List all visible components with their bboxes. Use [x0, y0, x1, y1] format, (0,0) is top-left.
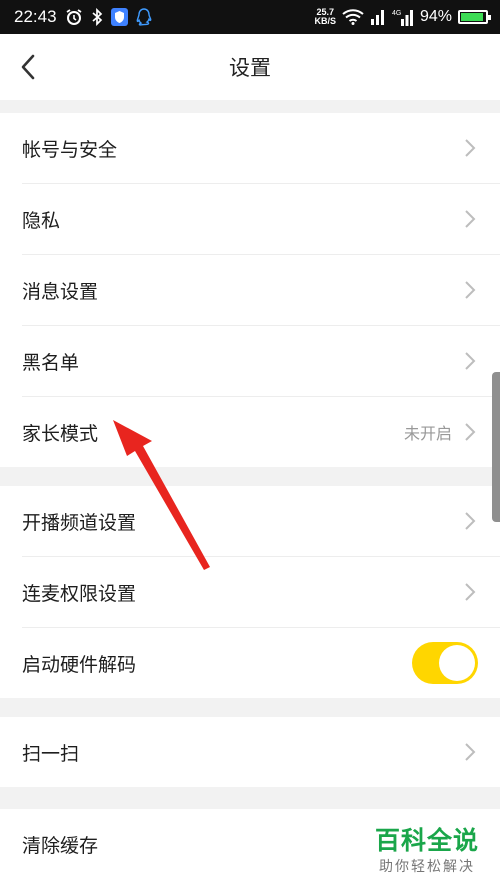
settings-group-account: 帐号与安全 隐私 消息设置 黑名单 家长模式 未开启 [0, 113, 500, 467]
chevron-right-icon [464, 209, 476, 229]
shield-app-icon [110, 8, 128, 26]
battery-icon [458, 10, 491, 24]
row-account-security[interactable]: 帐号与安全 [22, 113, 500, 184]
settings-group-scan: 扫一扫 [0, 717, 500, 787]
back-button[interactable] [8, 47, 48, 87]
row-parental-mode[interactable]: 家长模式 未开启 [22, 397, 500, 467]
watermark: 百科全说 助你轻松解决 [375, 826, 479, 876]
row-label: 黑名单 [22, 351, 80, 374]
network-speed-unit: KB/S [314, 16, 336, 26]
hardware-decoding-toggle[interactable] [412, 642, 478, 684]
row-message-settings[interactable]: 消息设置 [22, 255, 500, 326]
signal-4g-icon: 4G [392, 8, 414, 26]
parental-mode-status: 未开启 [403, 424, 452, 443]
chevron-right-icon [464, 511, 476, 531]
row-stream-channel-settings[interactable]: 开播频道设置 [22, 486, 500, 557]
toggle-knob [439, 645, 475, 681]
row-label: 消息设置 [22, 280, 99, 303]
scrollbar-thumb[interactable] [492, 372, 500, 522]
chevron-right-icon [464, 742, 476, 762]
title-bar: 设置 [0, 34, 500, 100]
row-label: 帐号与安全 [22, 138, 118, 161]
row-label: 隐私 [22, 209, 61, 232]
row-mic-link-permissions[interactable]: 连麦权限设置 [22, 557, 500, 628]
watermark-subtitle: 助你轻松解决 [379, 859, 475, 875]
row-label: 启动硬件解码 [22, 653, 137, 676]
row-privacy[interactable]: 隐私 [22, 184, 500, 255]
page-title: 设置 [229, 56, 271, 80]
row-scan[interactable]: 扫一扫 [22, 717, 500, 787]
battery-percent: 94% [419, 8, 452, 25]
watermark-title: 百科全说 [375, 826, 480, 855]
chevron-right-icon [464, 138, 476, 158]
row-label: 清除缓存 [22, 834, 99, 857]
back-arrow-icon [21, 54, 35, 80]
status-bar: 22:43 25.7 KB/S 4G 94% [0, 0, 500, 34]
row-label: 家长模式 [22, 422, 99, 445]
status-time: 22:43 [14, 7, 57, 26]
annotation-arrow-icon [113, 420, 210, 570]
row-label: 扫一扫 [22, 742, 80, 765]
qq-icon [136, 8, 152, 26]
row-blacklist[interactable]: 黑名单 [22, 326, 500, 397]
chevron-right-icon [464, 582, 476, 602]
network-speed: 25.7 KB/S [314, 8, 336, 26]
chevron-right-icon [464, 280, 476, 300]
chevron-right-icon [464, 422, 476, 442]
alarm-icon [65, 8, 83, 26]
network-type-text: 4G [392, 10, 401, 17]
wifi-icon [342, 9, 364, 25]
bluetooth-icon [91, 8, 103, 26]
row-label: 连麦权限设置 [22, 582, 137, 605]
signal-icon [370, 9, 386, 25]
settings-group-live: 开播频道设置 连麦权限设置 启动硬件解码 [0, 486, 500, 698]
chevron-right-icon [464, 351, 476, 371]
row-hardware-decoding: 启动硬件解码 [22, 628, 500, 698]
